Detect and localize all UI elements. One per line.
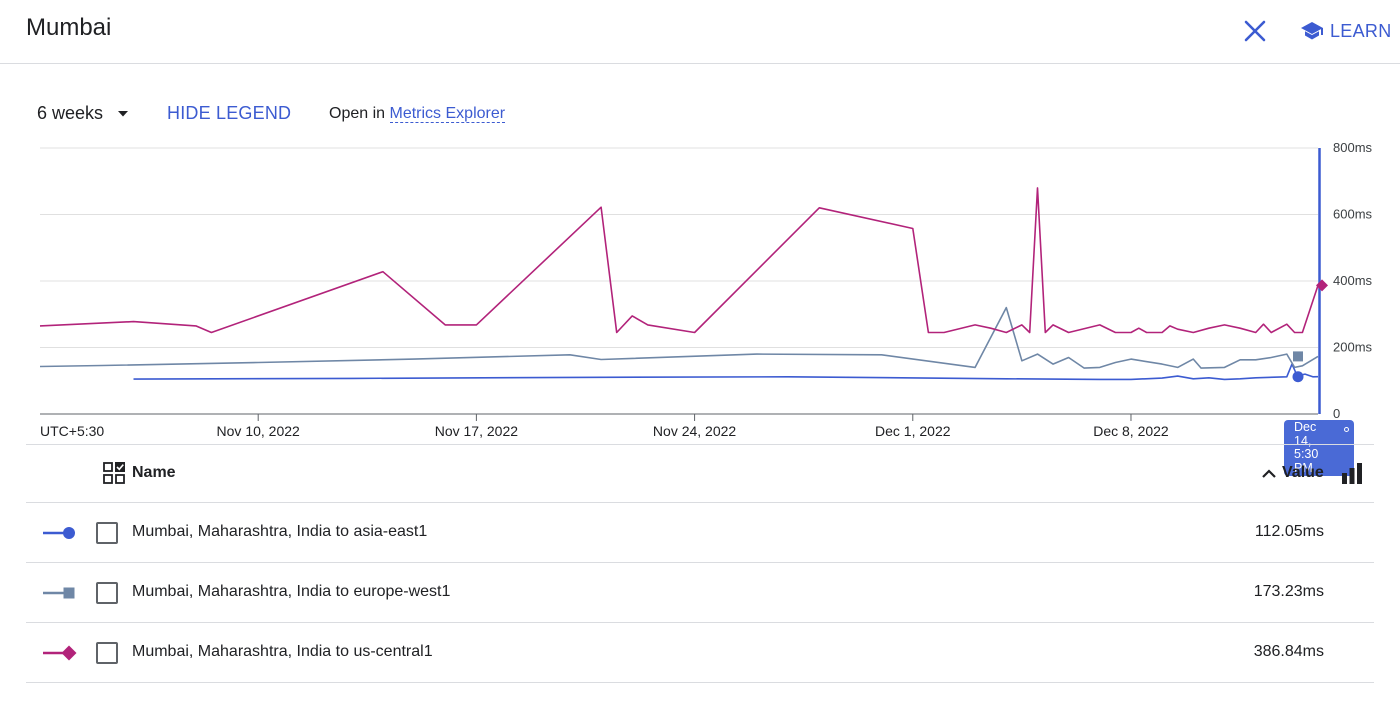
series-line-asia-east1 xyxy=(133,363,1319,381)
x-tick-label: Nov 17, 2022 xyxy=(435,423,518,439)
x-tick-label: Dec 8, 2022 xyxy=(1093,423,1169,439)
row-checkbox[interactable] xyxy=(96,642,118,664)
series-name: Mumbai, Maharashtra, India to us-central… xyxy=(132,643,433,660)
x-tick-label: Nov 10, 2022 xyxy=(217,423,300,439)
select-all-icon[interactable] xyxy=(102,461,126,485)
table-row[interactable]: Mumbai, Maharashtra, India to asia-east1… xyxy=(26,503,1374,563)
hide-legend-button[interactable]: HIDE LEGEND xyxy=(167,103,291,124)
time-range-dropdown[interactable]: 6 weeks xyxy=(37,103,129,124)
value-column-header[interactable]: Value xyxy=(1282,464,1324,482)
learn-button[interactable]: LEARN xyxy=(1300,17,1392,45)
y-tick-label: 400ms xyxy=(1333,273,1373,288)
latency-chart[interactable]: 800ms 600ms 400ms 200ms 0 UTC+5:30 Nov 10, 202… xyxy=(0,140,1400,442)
series-value: 386.84ms xyxy=(1253,643,1324,660)
table-row[interactable]: Mumbai, Maharashtra, India to us-central… xyxy=(26,623,1374,683)
close-icon xyxy=(1244,20,1266,42)
y-tick-label: 800ms xyxy=(1333,140,1373,155)
column-chart-icon[interactable] xyxy=(1340,461,1364,485)
panel-header: Mumbai LEARN xyxy=(0,0,1400,64)
end-marker-europe-west1 xyxy=(1293,351,1303,362)
sort-ascending-icon[interactable] xyxy=(1260,465,1278,483)
chart-toolbar: 6 weeks HIDE LEGEND Open in Metrics Expl… xyxy=(0,96,1400,132)
end-marker-asia-east1 xyxy=(1292,371,1304,383)
metrics-explorer-link[interactable]: Metrics Explorer xyxy=(389,105,506,123)
open-in-text: Open in Metrics Explorer xyxy=(329,105,506,123)
chart-grid xyxy=(40,147,1318,348)
learn-label: LEARN xyxy=(1330,20,1392,41)
school-icon xyxy=(1301,22,1323,40)
close-button[interactable] xyxy=(1240,16,1270,46)
x-tick-label: Nov 24, 2022 xyxy=(653,423,736,439)
caret-down-icon xyxy=(118,110,129,116)
x-tick-label: Dec 1, 2022 xyxy=(875,423,951,439)
series-name: Mumbai, Maharashtra, India to asia-east1 xyxy=(132,523,428,540)
series-diamond-swatch-icon xyxy=(43,645,77,661)
page-title: Mumbai xyxy=(26,14,112,41)
row-checkbox[interactable] xyxy=(96,522,118,544)
y-tick-label: 200ms xyxy=(1333,340,1373,355)
open-in-prefix: Open in xyxy=(329,105,386,122)
series-value: 173.23ms xyxy=(1253,583,1324,600)
time-range-value: 6 weeks xyxy=(37,103,104,123)
series-name: Mumbai, Maharashtra, India to europe-wes… xyxy=(132,583,451,600)
series-square-swatch-icon xyxy=(43,587,75,599)
series-line-us-central1 xyxy=(39,187,1319,334)
series-line-europe-west1 xyxy=(39,306,1319,369)
row-checkbox[interactable] xyxy=(96,582,118,604)
y-tick-label: 600ms xyxy=(1333,207,1373,222)
series-circle-swatch-icon xyxy=(43,527,75,539)
cursor-handle-icon xyxy=(1344,427,1349,432)
timezone-label: UTC+5:30 xyxy=(40,423,104,439)
y-tick-label: 0 xyxy=(1333,406,1340,421)
legend-table-header: Name Value xyxy=(26,444,1374,503)
table-row[interactable]: Mumbai, Maharashtra, India to europe-wes… xyxy=(26,563,1374,623)
series-value: 112.05ms xyxy=(1254,523,1324,540)
chart-axes: 800ms 600ms 400ms 200ms 0 UTC+5:30 Nov 10, 202… xyxy=(40,140,1373,439)
name-column-header[interactable]: Name xyxy=(132,464,176,482)
